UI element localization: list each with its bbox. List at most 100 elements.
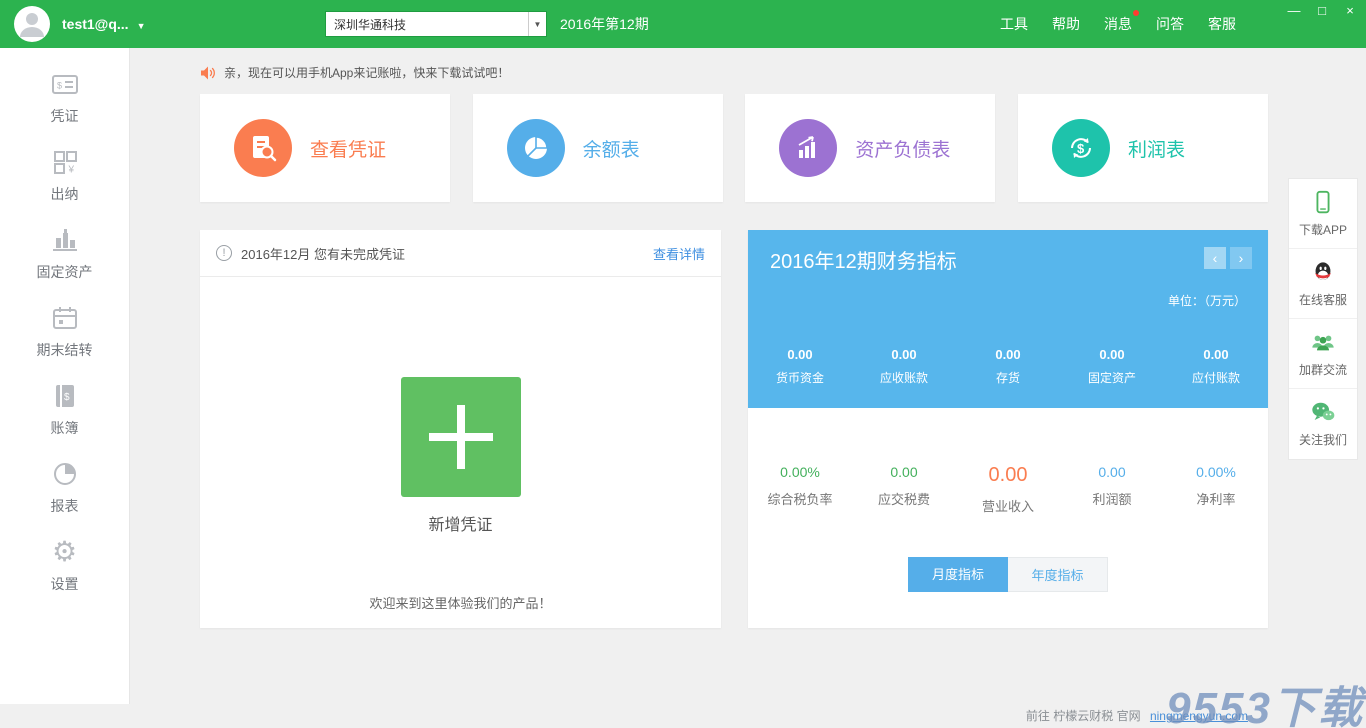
menu-help[interactable]: 帮助 xyxy=(1052,14,1080,34)
rail-item-label: 在线客服 xyxy=(1299,291,1347,308)
stat-fixed-assets: 0.00固定资产 xyxy=(1060,347,1164,386)
finance-panel-blue-section: 2016年12期财务指标 ‹ › 单位：（万元） 0.00货币资金 0.00应收… xyxy=(748,230,1268,408)
tab-yearly-indicators[interactable]: 年度指标 xyxy=(1008,557,1108,592)
chevron-down-icon: ▼ xyxy=(137,21,146,31)
svg-text:¥: ¥ xyxy=(67,164,74,175)
indicator-tabs: 月度指标 年度指标 xyxy=(748,557,1268,592)
footer: 前往 柠檬云财税 官网 ningmengyun.com xyxy=(0,704,1366,728)
username-text: test1@q... xyxy=(62,16,129,32)
card-asset-liability[interactable]: 资产负债表 xyxy=(745,94,995,202)
voucher-search-icon xyxy=(234,119,292,177)
voucher-panel-header: ! 2016年12月 您有未完成凭证 查看详情 xyxy=(200,230,721,277)
company-select[interactable]: 深圳华通科技 ▼ xyxy=(325,11,547,37)
username-dropdown[interactable]: test1@q... ▼ xyxy=(62,0,145,48)
window-controls: — □ × xyxy=(1286,2,1358,20)
voucher-panel-body: 新增凭证 欢迎来到这里体验我们的产品！ xyxy=(200,277,721,612)
period-label: 2016年第12期 xyxy=(560,0,649,48)
voucher-panel: ! 2016年12月 您有未完成凭证 查看详情 新增凭证 欢迎来到这里体验我们的… xyxy=(200,230,721,628)
sidebar-item-label: 报表 xyxy=(51,496,79,516)
rail-item-label: 关注我们 xyxy=(1299,431,1347,448)
sidebar-item-cashier[interactable]: ¥ 出纳 xyxy=(0,136,129,214)
warning-icon: ! xyxy=(216,245,232,261)
card-balance-sheet[interactable]: 余额表 xyxy=(473,94,723,202)
stat-profit: 0.00利润额 xyxy=(1060,464,1164,515)
tab-monthly-indicators[interactable]: 月度指标 xyxy=(908,557,1008,592)
notice-text: 亲，现在可以用手机App来记账啦，快来下载试试吧！ xyxy=(224,64,509,81)
menu-messages[interactable]: 消息 xyxy=(1104,14,1132,34)
rail-item-label: 加群交流 xyxy=(1299,361,1347,378)
fixed-assets-icon xyxy=(50,225,80,255)
group-icon xyxy=(1310,330,1336,356)
period-nav: ‹ › xyxy=(1204,247,1252,269)
card-label: 余额表 xyxy=(583,135,640,162)
app-window: test1@q... ▼ 深圳华通科技 ▼ 2016年第12期 工具 帮助 消息 … xyxy=(0,0,1366,728)
sidebar-item-label: 固定资产 xyxy=(37,262,93,282)
prev-period-button[interactable]: ‹ xyxy=(1204,247,1226,269)
calendar-icon xyxy=(50,303,80,333)
sidebar-item-settings[interactable]: ⚙ 设置 xyxy=(0,526,129,604)
sidebar-item-books[interactable]: $ 账簿 xyxy=(0,370,129,448)
cashier-icon: ¥ xyxy=(50,147,80,177)
topbar: test1@q... ▼ 深圳华通科技 ▼ 2016年第12期 工具 帮助 消息 … xyxy=(0,0,1366,48)
add-voucher-button[interactable] xyxy=(401,377,521,497)
menu-tools[interactable]: 工具 xyxy=(1000,14,1028,34)
maximize-icon[interactable]: □ xyxy=(1314,2,1330,20)
report-shortcuts: 查看凭证 余额表 资产负债表 $ xyxy=(200,94,1268,202)
sidebar-item-label: 设置 xyxy=(51,574,79,594)
footer-text: 前往 柠檬云财税 官网 xyxy=(1026,709,1141,723)
minimize-icon[interactable]: — xyxy=(1286,2,1302,20)
user-avatar[interactable] xyxy=(14,6,50,42)
rail-download-app[interactable]: 下载APP xyxy=(1289,179,1357,249)
svg-text:$: $ xyxy=(1077,141,1085,156)
balance-pie-icon xyxy=(507,119,565,177)
sidebar-item-period-end[interactable]: 期末结转 xyxy=(0,292,129,370)
notification-dot xyxy=(1133,10,1139,16)
sidebar-item-label: 凭证 xyxy=(51,106,79,126)
card-label: 查看凭证 xyxy=(310,135,386,162)
sidebar-item-voucher[interactable]: $ 凭证 xyxy=(0,58,129,136)
profit-cycle-icon: $ xyxy=(1052,119,1110,177)
finance-panel: 2016年12期财务指标 ‹ › 单位：（万元） 0.00货币资金 0.00应收… xyxy=(748,230,1268,628)
rail-join-group[interactable]: 加群交流 xyxy=(1289,319,1357,389)
menu-qa[interactable]: 问答 xyxy=(1156,14,1184,34)
menu-messages-label: 消息 xyxy=(1104,16,1132,32)
speaker-icon xyxy=(200,66,216,80)
company-select-value: 深圳华通科技 xyxy=(326,16,528,33)
white-stats-row: 0.00%综合税负率 0.00应交税费 0.00营业收入 0.00利润额 0.0… xyxy=(748,408,1268,515)
sidebar-item-label: 出纳 xyxy=(51,184,79,204)
rail-follow-us[interactable]: 关注我们 xyxy=(1289,389,1357,459)
stat-receivables: 0.00应收账款 xyxy=(852,347,956,386)
main-content: 亲，现在可以用手机App来记账啦，快来下载试试吧！ 查看凭证 余额表 xyxy=(130,48,1366,704)
sidebar-item-fixed-assets[interactable]: 固定资产 xyxy=(0,214,129,292)
top-menu: 工具 帮助 消息 问答 客服 xyxy=(1000,0,1236,48)
close-icon[interactable]: × xyxy=(1342,2,1358,20)
view-details-link[interactable]: 查看详情 xyxy=(653,244,705,263)
card-view-vouchers[interactable]: 查看凭证 xyxy=(200,94,450,202)
bar-chart-icon xyxy=(779,119,837,177)
wechat-icon xyxy=(1310,400,1336,426)
stat-operating-income: 0.00营业收入 xyxy=(956,464,1060,515)
stat-inventory: 0.00存货 xyxy=(956,347,1060,386)
unit-label: 单位：（万元） xyxy=(1168,292,1246,309)
footer-site-link[interactable]: ningmengyun.com xyxy=(1150,709,1248,723)
blue-stats-row: 0.00货币资金 0.00应收账款 0.00存货 0.00固定资产 0.00应付… xyxy=(748,347,1268,386)
person-icon xyxy=(14,6,50,42)
sidebar-item-label: 账簿 xyxy=(51,418,79,438)
unfinished-voucher-text: 2016年12月 您有未完成凭证 xyxy=(241,244,405,263)
sidebar-item-reports[interactable]: 报表 xyxy=(0,448,129,526)
finance-panel-title: 2016年12期财务指标 xyxy=(770,245,957,274)
finance-panel-white-section: 0.00%综合税负率 0.00应交税费 0.00营业收入 0.00利润额 0.0… xyxy=(748,408,1268,628)
pie-chart-icon xyxy=(50,459,80,489)
menu-service[interactable]: 客服 xyxy=(1208,14,1236,34)
stat-cash: 0.00货币资金 xyxy=(748,347,852,386)
card-label: 资产负债表 xyxy=(855,135,950,162)
rail-online-service[interactable]: 在线客服 xyxy=(1289,249,1357,319)
next-period-button[interactable]: › xyxy=(1230,247,1252,269)
svg-text:$: $ xyxy=(57,80,62,90)
phone-icon xyxy=(1310,190,1336,216)
stat-taxes-payable: 0.00应交税费 xyxy=(852,464,956,515)
ledger-icon: $ xyxy=(50,381,80,411)
sidebar: $ 凭证 ¥ 出纳 固定资产 期末结转 $ 账簿 xyxy=(0,48,130,704)
card-profit-statement[interactable]: $ 利润表 xyxy=(1018,94,1268,202)
right-rail: 下载APP 在线客服 加群交流 xyxy=(1288,178,1358,460)
